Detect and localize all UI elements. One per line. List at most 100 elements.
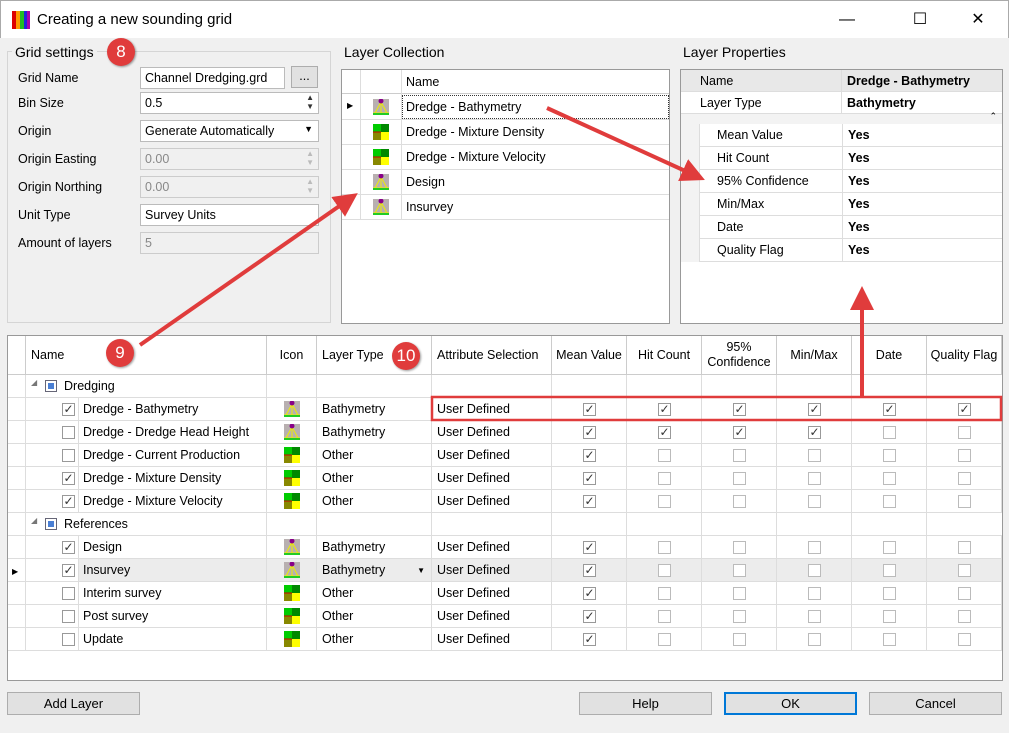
minimize-button[interactable]: — [824,7,870,33]
layer-type-cell[interactable]: Bathymetry [317,536,432,559]
attribute-selection-cell[interactable]: User Defined [432,628,552,651]
attribute-checkbox[interactable] [658,495,671,508]
attribute-checkbox[interactable]: ✓ [583,449,596,462]
attribute-checkbox[interactable] [883,564,896,577]
attribute-selection-cell[interactable]: User Defined [432,421,552,444]
attribute-checkbox[interactable] [958,610,971,623]
attribute-checkbox[interactable] [958,633,971,646]
help-button[interactable]: Help [579,692,712,715]
layer-type-cell[interactable]: Bathymetry [317,421,432,444]
table-row[interactable]: ✓ Dredge - Mixture Velocity [26,490,267,513]
attribute-selection-cell[interactable]: User Defined [432,467,552,490]
group-checkbox[interactable] [45,380,57,392]
attribute-checkbox[interactable]: ✓ [583,495,596,508]
attribute-selection-cell[interactable]: User Defined [432,605,552,628]
table-row[interactable]: Dredge - Current Production [26,444,267,467]
attribute-selection-cell[interactable]: User Defined [432,582,552,605]
property-row[interactable]: Mean Value Yes [699,124,1002,147]
close-button[interactable]: ✕ [955,7,1001,33]
ok-button[interactable]: OK [724,692,857,715]
layer-type-cell[interactable]: Other [317,628,432,651]
attribute-checkbox[interactable] [883,449,896,462]
attribute-checkbox[interactable] [658,541,671,554]
maximize-button[interactable]: ☐ [897,7,943,33]
attribute-checkbox[interactable] [958,587,971,600]
attribute-selection-cell[interactable]: User Defined [432,398,552,421]
attribute-checkbox[interactable] [883,472,896,485]
column-header[interactable]: Icon [267,336,317,375]
layer-checkbox[interactable] [62,587,75,600]
attribute-selection-cell[interactable]: User Defined [432,559,552,582]
attribute-checkbox[interactable] [658,633,671,646]
property-row[interactable]: Date Yes [699,216,1002,239]
attribute-checkbox[interactable] [733,633,746,646]
field-input[interactable]: Survey Units [140,204,319,226]
layer-checkbox[interactable] [62,449,75,462]
list-item[interactable]: Dredge - Mixture Velocity [342,145,669,170]
attribute-checkbox[interactable] [958,541,971,554]
attribute-checkbox[interactable] [883,495,896,508]
attribute-checkbox[interactable] [658,564,671,577]
column-header[interactable]: Date [852,336,927,375]
attribute-checkbox[interactable] [958,564,971,577]
group-row[interactable]: ◢ Dredging [26,375,1002,398]
attribute-selection-cell[interactable]: User Defined [432,444,552,467]
attribute-checkbox[interactable] [958,472,971,485]
attribute-checkbox[interactable]: ✓ [658,403,671,416]
field-input[interactable]: Channel Dredging.grd [140,67,285,89]
table-row[interactable]: Update [26,628,267,651]
attribute-checkbox[interactable]: ✓ [583,472,596,485]
chevron-down-icon[interactable]: ▼ [304,124,313,134]
layer-type-cell[interactable]: Other [317,582,432,605]
layer-type-cell[interactable]: Other [317,490,432,513]
attribute-checkbox[interactable]: ✓ [583,587,596,600]
attribute-checkbox[interactable]: ✓ [658,426,671,439]
add-layer-button[interactable]: Add Layer [7,692,140,715]
attribute-checkbox[interactable] [883,610,896,623]
group-row[interactable]: ◢ References [26,513,1002,536]
collapse-icon[interactable]: ⌃ [989,111,997,122]
layer-checkbox[interactable]: ✓ [62,495,75,508]
attribute-checkbox[interactable] [808,633,821,646]
property-row[interactable]: Min/Max Yes [699,193,1002,216]
attribute-checkbox[interactable]: ✓ [583,564,596,577]
list-item[interactable]: Dredge - Mixture Density [342,120,669,145]
table-row[interactable]: ✓ Dredge - Bathymetry [26,398,267,421]
expand-arrow-icon[interactable]: ◢ [31,378,37,387]
table-row[interactable]: Interim survey [26,582,267,605]
layer-checkbox[interactable]: ✓ [62,541,75,554]
attribute-checkbox[interactable] [958,426,971,439]
property-row[interactable]: Quality Flag Yes [699,239,1002,262]
attribute-checkbox[interactable] [733,587,746,600]
layer-checkbox[interactable] [62,633,75,646]
column-header-name[interactable]: Name [406,75,439,89]
spin-arrows-icon[interactable]: ▲ ▼ [306,93,314,111]
expand-arrow-icon[interactable]: ◢ [31,516,37,525]
attribute-checkbox[interactable] [658,610,671,623]
layer-type-cell[interactable]: Bathymetry ▼ [317,559,432,582]
attribute-checkbox[interactable] [733,472,746,485]
attribute-checkbox[interactable] [808,495,821,508]
attribute-checkbox[interactable] [883,426,896,439]
chevron-down-icon[interactable]: ▼ [417,559,425,581]
layer-checkbox[interactable] [62,426,75,439]
attribute-checkbox[interactable] [808,541,821,554]
attribute-checkbox[interactable]: ✓ [808,403,821,416]
attribute-checkbox[interactable]: ✓ [808,426,821,439]
property-row[interactable]: Hit Count Yes [699,147,1002,170]
attribute-checkbox[interactable] [808,472,821,485]
column-header[interactable]: Attribute Selection [432,336,552,375]
attribute-checkbox[interactable] [883,633,896,646]
attribute-checkbox[interactable] [733,610,746,623]
attribute-checkbox[interactable]: ✓ [733,426,746,439]
attribute-checkbox[interactable]: ✓ [583,426,596,439]
list-item[interactable]: Insurvey [342,195,669,220]
attribute-checkbox[interactable] [958,495,971,508]
layer-checkbox[interactable]: ✓ [62,403,75,416]
browse-button[interactable]: ... [291,66,318,88]
attribute-checkbox[interactable] [733,495,746,508]
attribute-selection-cell[interactable]: User Defined [432,490,552,513]
list-item[interactable]: ▶ Dredge - Bathymetry [342,95,669,120]
attribute-checkbox[interactable]: ✓ [883,403,896,416]
layer-checkbox[interactable] [62,610,75,623]
